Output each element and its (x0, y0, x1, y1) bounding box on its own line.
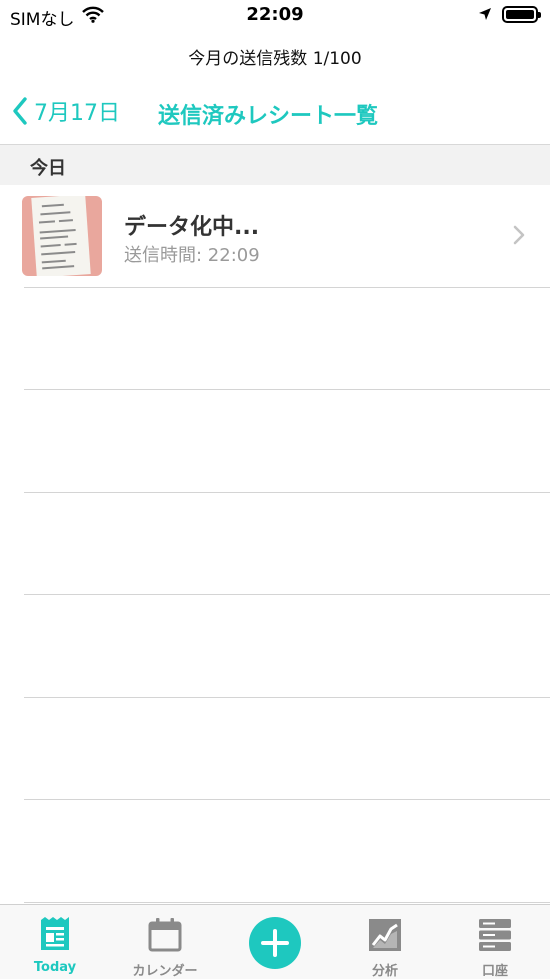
tab-account-label: 口座 (481, 964, 508, 979)
chevron-right-icon (513, 225, 525, 245)
tab-analysis-label: 分析 (371, 964, 398, 979)
back-label: 7月17日 (34, 101, 120, 126)
back-button[interactable]: 7月17日 (12, 96, 120, 126)
chevron-left-icon (13, 97, 27, 125)
clock: 22:09 (246, 4, 304, 25)
row-separator (24, 799, 550, 800)
navigation-bar: 7月17日 送信済みレシート一覧 (0, 88, 550, 134)
page-title: 送信済みレシート一覧 (158, 104, 379, 129)
row-separator (24, 287, 550, 288)
tab-calendar[interactable]: カレンダー (110, 905, 220, 979)
tab-today-label: Today (33, 960, 77, 975)
receipt-row[interactable]: データ化中... 送信時間: 22:09 (0, 185, 550, 287)
monthly-quota-label: 今月の送信残数 1/100 (188, 49, 362, 69)
tab-today[interactable]: Today (0, 905, 110, 979)
row-separator (24, 697, 550, 698)
battery-icon (502, 6, 541, 23)
receipt-icon (41, 917, 69, 950)
row-separator (24, 389, 550, 390)
row-separator (24, 492, 550, 493)
row-separator (24, 594, 550, 595)
section-header-today: 今日 (0, 144, 550, 185)
location-arrow-icon (479, 8, 491, 20)
row-separator (24, 902, 550, 903)
chart-icon (369, 919, 401, 951)
add-receipt-button[interactable] (249, 917, 301, 969)
tab-bar: Today カレンダー 分析 口座 (0, 904, 550, 979)
receipt-status: データ化中... (124, 215, 260, 240)
receipt-sent-time: 送信時間: 22:09 (124, 245, 260, 266)
section-header-label: 今日 (30, 158, 66, 179)
tab-analysis[interactable]: 分析 (330, 905, 440, 979)
status-bar: SIMなし 22:09 (0, 0, 550, 32)
tab-calendar-label: カレンダー (132, 964, 198, 979)
calendar-icon (148, 918, 182, 952)
tab-account[interactable]: 口座 (440, 905, 550, 979)
receipt-thumbnail (22, 196, 102, 276)
server-icon (479, 919, 511, 951)
